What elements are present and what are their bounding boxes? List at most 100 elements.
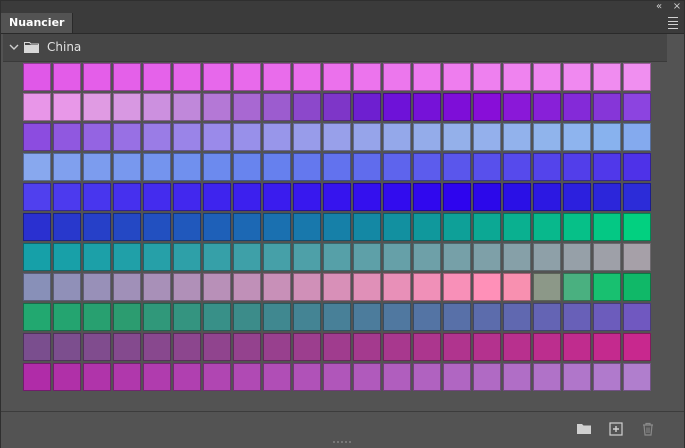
color-swatch[interactable] (353, 333, 381, 361)
color-swatch[interactable] (353, 363, 381, 391)
color-swatch[interactable] (143, 303, 171, 331)
color-swatch[interactable] (413, 333, 441, 361)
color-swatch[interactable] (503, 63, 531, 91)
color-swatch[interactable] (353, 183, 381, 211)
color-swatch[interactable] (563, 273, 591, 301)
color-swatch[interactable] (563, 93, 591, 121)
color-swatch[interactable] (353, 123, 381, 151)
color-swatch[interactable] (473, 153, 501, 181)
color-swatch[interactable] (263, 123, 291, 151)
color-swatch[interactable] (413, 363, 441, 391)
color-swatch[interactable] (413, 243, 441, 271)
color-swatch[interactable] (413, 123, 441, 151)
color-swatch[interactable] (203, 183, 231, 211)
color-swatch[interactable] (533, 243, 561, 271)
color-swatch[interactable] (533, 333, 561, 361)
color-swatch[interactable] (473, 333, 501, 361)
color-swatch[interactable] (533, 273, 561, 301)
add-swatch-icon[interactable] (607, 420, 625, 438)
color-swatch[interactable] (593, 363, 621, 391)
color-swatch[interactable] (173, 183, 201, 211)
color-swatch[interactable] (143, 153, 171, 181)
color-swatch[interactable] (473, 363, 501, 391)
color-swatch[interactable] (383, 273, 411, 301)
color-swatch[interactable] (53, 153, 81, 181)
color-swatch[interactable] (563, 183, 591, 211)
color-swatch[interactable] (353, 213, 381, 241)
color-swatch[interactable] (173, 333, 201, 361)
color-swatch[interactable] (623, 183, 651, 211)
color-swatch[interactable] (143, 243, 171, 271)
color-swatch[interactable] (143, 273, 171, 301)
color-swatch[interactable] (23, 333, 51, 361)
color-swatch[interactable] (323, 93, 351, 121)
color-swatch[interactable] (293, 303, 321, 331)
color-swatch[interactable] (263, 183, 291, 211)
color-swatch[interactable] (443, 123, 471, 151)
color-swatch[interactable] (623, 363, 651, 391)
color-swatch[interactable] (563, 333, 591, 361)
color-swatch[interactable] (323, 333, 351, 361)
color-swatch[interactable] (203, 153, 231, 181)
color-swatch[interactable] (533, 363, 561, 391)
color-swatch[interactable] (83, 153, 111, 181)
color-swatch[interactable] (233, 243, 261, 271)
color-swatch[interactable] (593, 243, 621, 271)
color-swatch[interactable] (533, 183, 561, 211)
color-swatch[interactable] (83, 123, 111, 151)
color-swatch[interactable] (473, 93, 501, 121)
color-swatch[interactable] (623, 123, 651, 151)
color-swatch[interactable] (563, 303, 591, 331)
color-swatch[interactable] (173, 303, 201, 331)
color-swatch[interactable] (323, 213, 351, 241)
color-swatch[interactable] (113, 303, 141, 331)
color-swatch[interactable] (23, 183, 51, 211)
color-swatch[interactable] (233, 183, 261, 211)
color-swatch[interactable] (353, 243, 381, 271)
color-swatch[interactable] (623, 153, 651, 181)
color-swatch[interactable] (503, 123, 531, 151)
color-swatch[interactable] (203, 93, 231, 121)
color-swatch[interactable] (563, 153, 591, 181)
color-swatch[interactable] (473, 273, 501, 301)
color-swatch[interactable] (113, 363, 141, 391)
color-swatch[interactable] (113, 63, 141, 91)
color-swatch[interactable] (143, 63, 171, 91)
color-swatch[interactable] (413, 273, 441, 301)
color-swatch[interactable] (323, 63, 351, 91)
swatch-group-header[interactable]: China (3, 34, 667, 62)
color-swatch[interactable] (443, 243, 471, 271)
color-swatch[interactable] (233, 123, 261, 151)
color-swatch[interactable] (113, 243, 141, 271)
color-swatch[interactable] (23, 243, 51, 271)
color-swatch[interactable] (23, 153, 51, 181)
color-swatch[interactable] (143, 363, 171, 391)
color-swatch[interactable] (623, 303, 651, 331)
color-swatch[interactable] (263, 273, 291, 301)
color-swatch[interactable] (263, 303, 291, 331)
color-swatch[interactable] (173, 123, 201, 151)
color-swatch[interactable] (233, 153, 261, 181)
color-swatch[interactable] (263, 333, 291, 361)
color-swatch[interactable] (293, 153, 321, 181)
color-swatch[interactable] (623, 243, 651, 271)
color-swatch[interactable] (203, 123, 231, 151)
color-swatch[interactable] (233, 303, 261, 331)
color-swatch[interactable] (293, 123, 321, 151)
color-swatch[interactable] (413, 213, 441, 241)
color-swatch[interactable] (203, 273, 231, 301)
tab-swatches[interactable]: Nuancier (1, 13, 74, 33)
color-swatch[interactable] (593, 183, 621, 211)
color-swatch[interactable] (623, 213, 651, 241)
color-swatch[interactable] (293, 333, 321, 361)
hamburger-menu-icon[interactable] (668, 17, 678, 29)
color-swatch[interactable] (173, 93, 201, 121)
color-swatch[interactable] (53, 303, 81, 331)
color-swatch[interactable] (563, 63, 591, 91)
color-swatch[interactable] (593, 273, 621, 301)
color-swatch[interactable] (623, 333, 651, 361)
color-swatch[interactable] (203, 333, 231, 361)
color-swatch[interactable] (173, 63, 201, 91)
color-swatch[interactable] (323, 123, 351, 151)
color-swatch[interactable] (443, 93, 471, 121)
